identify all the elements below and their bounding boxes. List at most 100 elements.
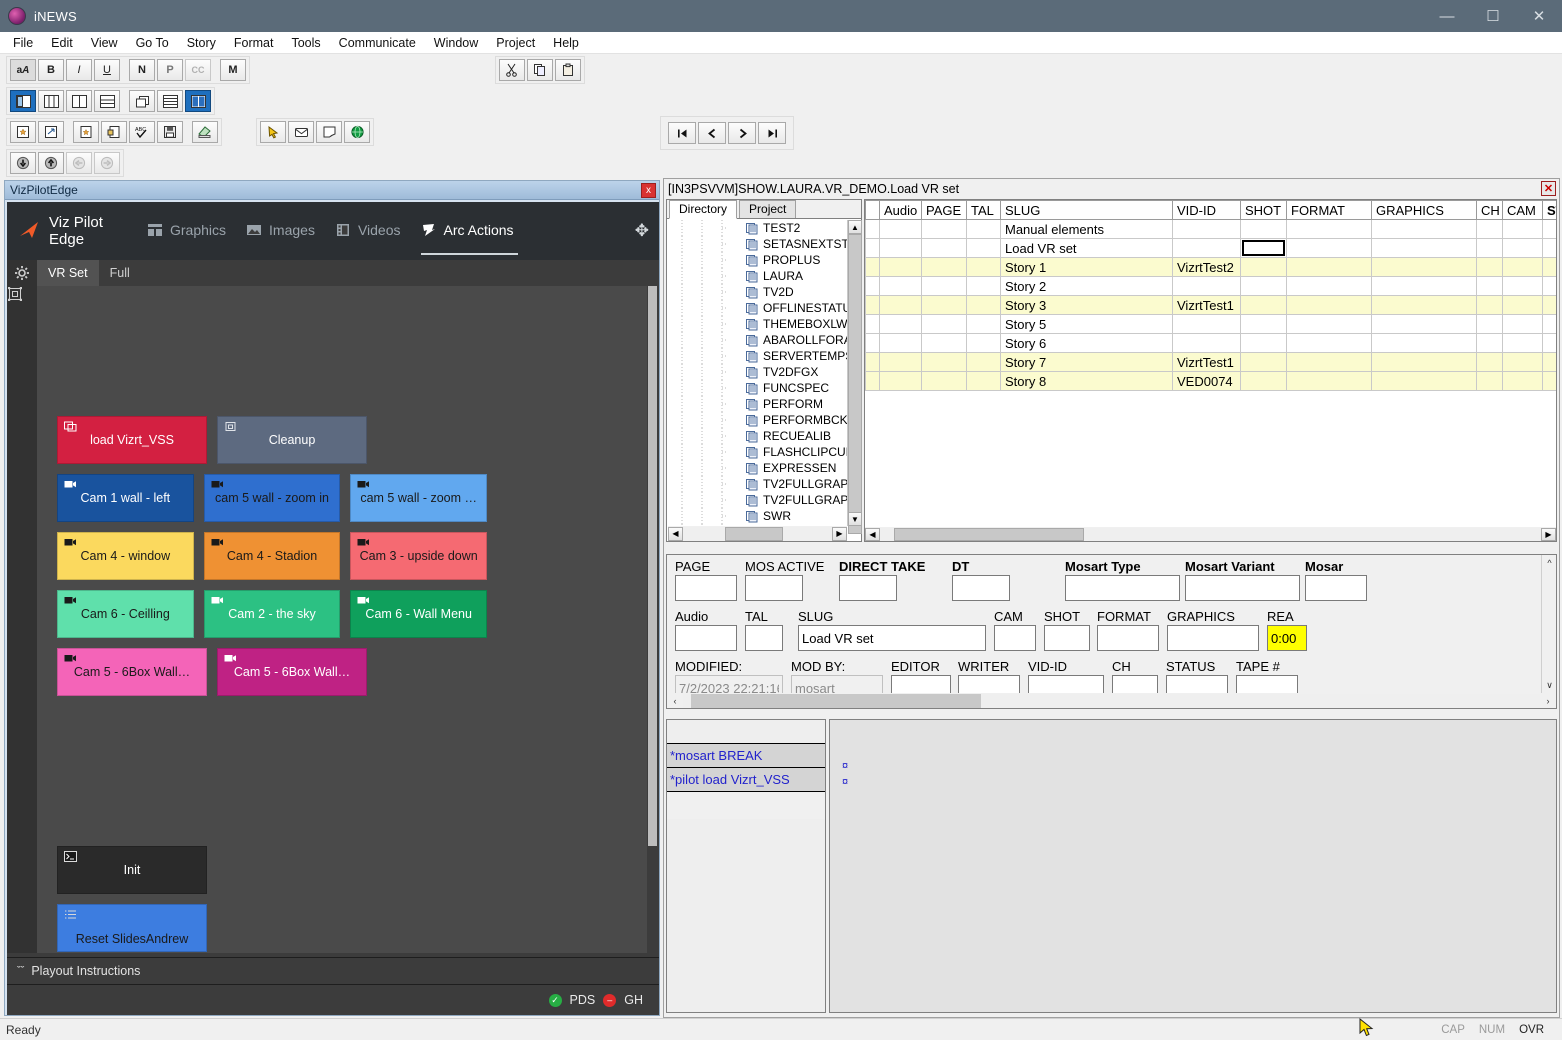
menu-help[interactable]: Help	[544, 34, 588, 52]
table-cell[interactable]	[1241, 334, 1287, 353]
table-cell[interactable]	[922, 372, 967, 391]
arc-action-cam-1-wall-left[interactable]: Cam 1 wall - left	[57, 474, 194, 522]
table-cell[interactable]	[880, 372, 922, 391]
table-cell[interactable]: VizrtTest1	[1173, 296, 1241, 315]
table-cell[interactable]: Story 7	[1001, 353, 1173, 372]
form-field-input[interactable]	[1167, 625, 1259, 651]
arc-action-cam-5-6box-wall-b[interactable]: Cam 5 - 6Box Wall…	[217, 648, 367, 696]
table-cell[interactable]	[922, 315, 967, 334]
presenter-style-button[interactable]: P	[157, 59, 183, 81]
table-cell[interactable]	[1477, 239, 1503, 258]
form-field-input[interactable]	[1044, 625, 1090, 651]
arc-action-reset-slides-andrew[interactable]: Reset SlidesAndrew	[57, 904, 207, 952]
directory-item[interactable]: RECUEALIB	[668, 428, 847, 444]
table-cell[interactable]	[1543, 315, 1558, 334]
menu-format[interactable]: Format	[225, 34, 283, 52]
nav-tab-graphics[interactable]: Graphics	[147, 222, 226, 240]
scroll-right-icon[interactable]: ›	[1540, 694, 1556, 708]
directory-item[interactable]: TV2D	[668, 284, 847, 300]
table-cell[interactable]	[1287, 296, 1372, 315]
scroll-down-icon[interactable]: ▼	[848, 512, 862, 526]
directory-item[interactable]: TV2FULLGRAPH	[668, 476, 847, 492]
table-cell[interactable]	[1241, 353, 1287, 372]
table-cell[interactable]	[1241, 220, 1287, 239]
table-cell[interactable]	[1543, 220, 1558, 239]
arc-action-cam-3-upside-down[interactable]: Cam 3 - upside down	[350, 532, 487, 580]
menu-tools[interactable]: Tools	[282, 34, 329, 52]
rundown-table[interactable]: AudioPAGETALSLUGVID-IDSHOTFORMATGRAPHICS…	[865, 200, 1557, 391]
table-cell[interactable]: Story 8	[1001, 372, 1173, 391]
table-cell[interactable]	[880, 296, 922, 315]
directory-item[interactable]: ABAROLLFORA	[668, 332, 847, 348]
table-cell[interactable]	[1503, 296, 1543, 315]
layout-cascade-button[interactable]	[129, 90, 155, 112]
table-cell[interactable]	[967, 277, 1001, 296]
table-cell[interactable]	[967, 372, 1001, 391]
directory-item[interactable]: SWR	[668, 508, 847, 524]
table-cell[interactable]: Story 3	[1001, 296, 1173, 315]
scroll-left-icon[interactable]: ◀	[865, 528, 880, 541]
table-cell[interactable]	[922, 277, 967, 296]
fields-hscroll-track[interactable]	[683, 694, 1540, 708]
cue-list[interactable]: *mosart BREAK*pilot load Vizrt_VSS	[667, 720, 825, 792]
form-field-input[interactable]	[952, 575, 1010, 601]
arc-action-cam-5-6box-wall-a[interactable]: Cam 5 - 6Box Wall…	[57, 648, 207, 696]
font-case-button[interactable]: aA	[10, 59, 36, 81]
table-cell[interactable]: Story 5	[1001, 315, 1173, 334]
table-cell[interactable]	[967, 315, 1001, 334]
arc-action-init[interactable]: Init	[57, 846, 207, 894]
vizpilot-vertical-scrollbar[interactable]	[648, 286, 657, 953]
scroll-up-icon[interactable]: ^	[1542, 555, 1557, 570]
layout-three-column-button[interactable]	[38, 90, 64, 112]
mail-button[interactable]	[288, 121, 314, 143]
table-cell[interactable]	[1287, 258, 1372, 277]
table-cell[interactable]	[1503, 315, 1543, 334]
viz-vrset-icon[interactable]	[7, 286, 37, 316]
table-cell[interactable]: VED0074	[1173, 372, 1241, 391]
tab-project[interactable]: Project	[739, 200, 796, 218]
table-cell[interactable]	[866, 334, 880, 353]
form-field-input[interactable]	[1097, 625, 1159, 651]
web-button[interactable]	[344, 121, 370, 143]
table-cell[interactable]	[1503, 334, 1543, 353]
vizpilot-scroll-thumb[interactable]	[648, 286, 657, 846]
table-cell[interactable]	[1477, 296, 1503, 315]
table-row[interactable]: Manual elements	[866, 220, 1558, 239]
directory-tree-list[interactable]: TEST2SETASNEXTSTOPROPLUSLAURATV2DOFFLINE…	[668, 220, 847, 526]
table-cell[interactable]	[922, 258, 967, 277]
layout-rows-button[interactable]	[94, 90, 120, 112]
table-cell[interactable]: Manual elements	[1001, 220, 1173, 239]
table-cell[interactable]	[1372, 334, 1477, 353]
directory-item[interactable]: TV2DFGX	[668, 364, 847, 380]
table-row[interactable]: Load VR set	[866, 239, 1558, 258]
column-header[interactable]: Audio	[880, 201, 922, 220]
table-cell[interactable]	[967, 334, 1001, 353]
directory-item[interactable]: TV2FULLGRAPH	[668, 492, 847, 508]
table-row[interactable]: Story 6	[866, 334, 1558, 353]
form-field-input[interactable]	[745, 625, 783, 651]
column-header[interactable]: VID-ID	[1173, 201, 1241, 220]
table-cell[interactable]	[866, 277, 880, 296]
menu-edit[interactable]: Edit	[42, 34, 82, 52]
table-cell[interactable]	[1287, 239, 1372, 258]
table-cell[interactable]	[880, 220, 922, 239]
table-cell[interactable]	[1287, 353, 1372, 372]
table-row[interactable]: Story 1VizrtTest2	[866, 258, 1558, 277]
scroll-right-icon[interactable]: ▶	[832, 527, 847, 541]
menu-project[interactable]: Project	[487, 34, 544, 52]
table-cell[interactable]	[866, 372, 880, 391]
cue-list-item[interactable]	[667, 720, 825, 744]
arc-action-cam-4-window[interactable]: Cam 4 - window	[57, 532, 194, 580]
grid-hscroll-thumb[interactable]	[894, 528, 1084, 541]
maximize-button[interactable]: ☐	[1470, 0, 1516, 32]
directory-hscroll-thumb[interactable]	[725, 527, 783, 541]
tab-directory[interactable]: Directory	[669, 200, 737, 219]
column-header[interactable]: SLUG	[1001, 201, 1173, 220]
table-cell[interactable]: Story 6	[1001, 334, 1173, 353]
table-cell[interactable]	[1372, 296, 1477, 315]
table-cell[interactable]: VizrtTest1	[1173, 353, 1241, 372]
arc-action-cam-2-the-sky[interactable]: Cam 2 - the sky	[204, 590, 341, 638]
table-cell[interactable]	[1372, 353, 1477, 372]
table-cell[interactable]	[1241, 372, 1287, 391]
table-cell[interactable]	[1241, 315, 1287, 334]
